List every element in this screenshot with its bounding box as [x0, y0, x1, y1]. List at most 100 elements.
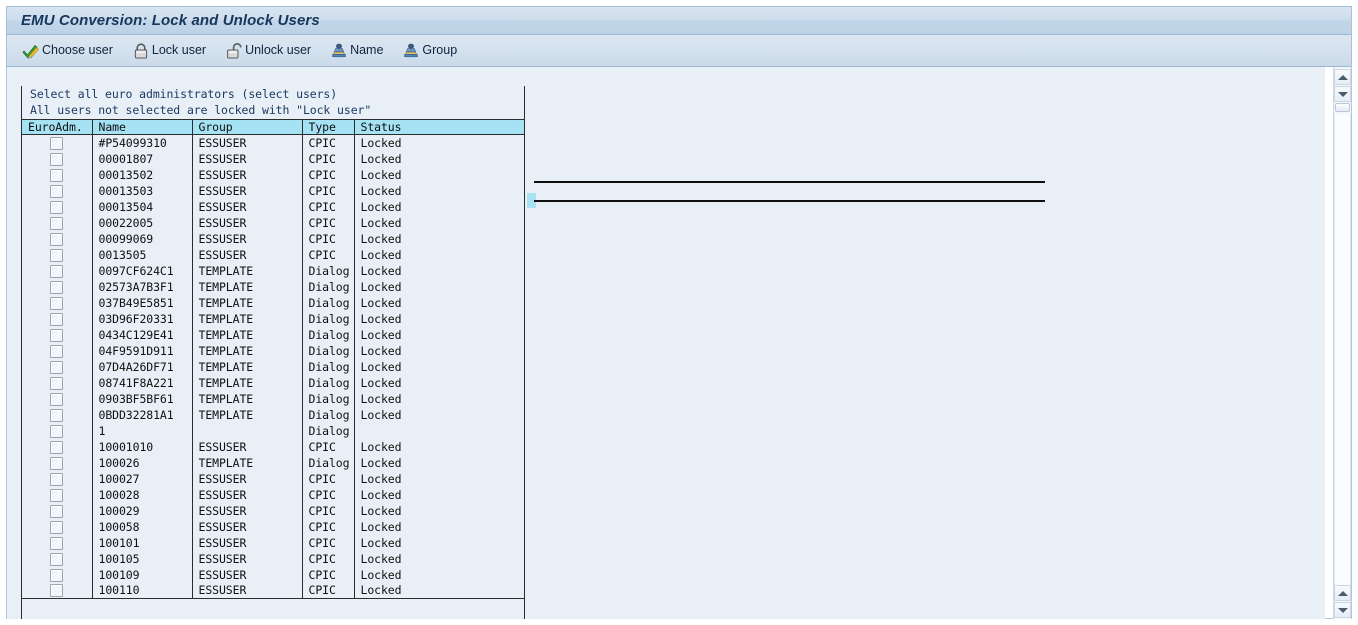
table-row[interactable]: 08741F8A221TEMPLATEDialogLocked — [22, 375, 524, 391]
name-button[interactable]: Name — [327, 38, 391, 64]
row-checkbox-cell[interactable] — [22, 551, 92, 567]
euroadm-checkbox[interactable] — [50, 217, 63, 230]
lock-user-button[interactable]: Lock user — [129, 38, 214, 64]
table-row[interactable]: 100058ESSUSERCPICLocked — [22, 519, 524, 535]
row-checkbox-cell[interactable] — [22, 247, 92, 263]
euroadm-checkbox[interactable] — [50, 137, 63, 150]
table-row[interactable]: 100105ESSUSERCPICLocked — [22, 551, 524, 567]
table-row[interactable]: 100101ESSUSERCPICLocked — [22, 535, 524, 551]
row-checkbox-cell[interactable] — [22, 151, 92, 167]
table-row[interactable]: 00099069ESSUSERCPICLocked — [22, 231, 524, 247]
row-checkbox-cell[interactable] — [22, 327, 92, 343]
row-checkbox-cell[interactable] — [22, 471, 92, 487]
row-checkbox-cell[interactable] — [22, 455, 92, 471]
table-row[interactable]: 100029ESSUSERCPICLocked — [22, 503, 524, 519]
euroadm-checkbox[interactable] — [50, 553, 63, 566]
table-row[interactable]: 0097CF624C1TEMPLATEDialogLocked — [22, 263, 524, 279]
euroadm-checkbox[interactable] — [50, 329, 63, 342]
table-row[interactable]: 10001010ESSUSERCPICLocked — [22, 439, 524, 455]
row-checkbox-cell[interactable] — [22, 135, 92, 151]
euroadm-checkbox[interactable] — [50, 377, 63, 390]
scroll-up-button-bottom[interactable] — [1334, 585, 1351, 601]
table-row[interactable]: 00001807ESSUSERCPICLocked — [22, 151, 524, 167]
euroadm-checkbox[interactable] — [50, 425, 63, 438]
table-row[interactable]: 0BDD32281A1TEMPLATEDialogLocked — [22, 407, 524, 423]
row-checkbox-cell[interactable] — [22, 359, 92, 375]
scroll-down-button-top[interactable] — [1334, 86, 1351, 102]
column-header-status[interactable]: Status — [354, 120, 524, 135]
row-checkbox-cell[interactable] — [22, 279, 92, 295]
table-row[interactable]: 100027ESSUSERCPICLocked — [22, 471, 524, 487]
table-row[interactable]: 0013505ESSUSERCPICLocked — [22, 247, 524, 263]
column-header-type[interactable]: Type — [302, 120, 354, 135]
row-checkbox-cell[interactable] — [22, 407, 92, 423]
table-row[interactable]: 0434C129E41TEMPLATEDialogLocked — [22, 327, 524, 343]
column-header-name[interactable]: Name — [92, 120, 192, 135]
scroll-up-button[interactable] — [1334, 69, 1351, 85]
euroadm-checkbox[interactable] — [50, 409, 63, 422]
row-checkbox-cell[interactable] — [22, 391, 92, 407]
euroadm-checkbox[interactable] — [50, 441, 63, 454]
euroadm-checkbox[interactable] — [50, 361, 63, 374]
euroadm-checkbox[interactable] — [50, 169, 63, 182]
euroadm-checkbox[interactable] — [50, 297, 63, 310]
euroadm-checkbox[interactable] — [50, 489, 63, 502]
table-row[interactable]: 03D96F20331TEMPLATEDialogLocked — [22, 311, 524, 327]
euroadm-checkbox[interactable] — [50, 505, 63, 518]
row-checkbox-cell[interactable] — [22, 439, 92, 455]
euroadm-checkbox[interactable] — [50, 473, 63, 486]
column-header-group[interactable]: Group — [192, 120, 302, 135]
euroadm-checkbox[interactable] — [50, 313, 63, 326]
euroadm-checkbox[interactable] — [50, 281, 63, 294]
row-checkbox-cell[interactable] — [22, 343, 92, 359]
euroadm-checkbox[interactable] — [50, 584, 63, 597]
table-row[interactable]: 00013504ESSUSERCPICLocked — [22, 199, 524, 215]
row-checkbox-cell[interactable] — [22, 231, 92, 247]
euroadm-checkbox[interactable] — [50, 345, 63, 358]
row-checkbox-cell[interactable] — [22, 199, 92, 215]
table-row[interactable]: #P54099310ESSUSERCPICLocked — [22, 135, 524, 151]
euroadm-checkbox[interactable] — [50, 393, 63, 406]
row-checkbox-cell[interactable] — [22, 583, 92, 599]
scrollbar-thumb[interactable] — [1335, 103, 1350, 112]
row-checkbox-cell[interactable] — [22, 183, 92, 199]
euroadm-checkbox[interactable] — [50, 265, 63, 278]
euroadm-checkbox[interactable] — [50, 569, 63, 582]
scroll-down-button[interactable] — [1334, 602, 1351, 618]
euroadm-checkbox[interactable] — [50, 249, 63, 262]
row-checkbox-cell[interactable] — [22, 167, 92, 183]
row-checkbox-cell[interactable] — [22, 487, 92, 503]
row-checkbox-cell[interactable] — [22, 535, 92, 551]
group-button[interactable]: Group — [399, 38, 465, 64]
table-row[interactable]: 100028ESSUSERCPICLocked — [22, 487, 524, 503]
table-row[interactable]: 100109ESSUSERCPICLocked — [22, 567, 524, 583]
row-checkbox-cell[interactable] — [22, 503, 92, 519]
euroadm-checkbox[interactable] — [50, 201, 63, 214]
row-checkbox-cell[interactable] — [22, 263, 92, 279]
table-row[interactable]: 07D4A26DF71TEMPLATEDialogLocked — [22, 359, 524, 375]
row-checkbox-cell[interactable] — [22, 311, 92, 327]
table-row[interactable]: 100110ESSUSERCPICLocked — [22, 583, 524, 599]
scrollbar-track[interactable] — [1334, 114, 1351, 590]
row-checkbox-cell[interactable] — [22, 519, 92, 535]
table-row[interactable]: 0903BF5BF61TEMPLATEDialogLocked — [22, 391, 524, 407]
euroadm-checkbox[interactable] — [50, 521, 63, 534]
euroadm-checkbox[interactable] — [50, 185, 63, 198]
vertical-scrollbar[interactable] — [1333, 67, 1351, 619]
row-checkbox-cell[interactable] — [22, 215, 92, 231]
row-checkbox-cell[interactable] — [22, 295, 92, 311]
row-checkbox-cell[interactable] — [22, 423, 92, 439]
euroadm-checkbox[interactable] — [50, 457, 63, 470]
row-checkbox-cell[interactable] — [22, 567, 92, 583]
choose-user-button[interactable]: Choose user — [19, 38, 121, 64]
table-row[interactable]: 00013503ESSUSERCPICLocked — [22, 183, 524, 199]
table-row[interactable]: 1Dialog — [22, 423, 524, 439]
table-row[interactable]: 00013502ESSUSERCPICLocked — [22, 167, 524, 183]
table-row[interactable]: 02573A7B3F1TEMPLATEDialogLocked — [22, 279, 524, 295]
row-checkbox-cell[interactable] — [22, 375, 92, 391]
column-header-euroadm[interactable]: EuroAdm. — [22, 120, 92, 135]
euroadm-checkbox[interactable] — [50, 537, 63, 550]
table-row[interactable]: 04F9591D911TEMPLATEDialogLocked — [22, 343, 524, 359]
table-row[interactable]: 00022005ESSUSERCPICLocked — [22, 215, 524, 231]
euroadm-checkbox[interactable] — [50, 153, 63, 166]
